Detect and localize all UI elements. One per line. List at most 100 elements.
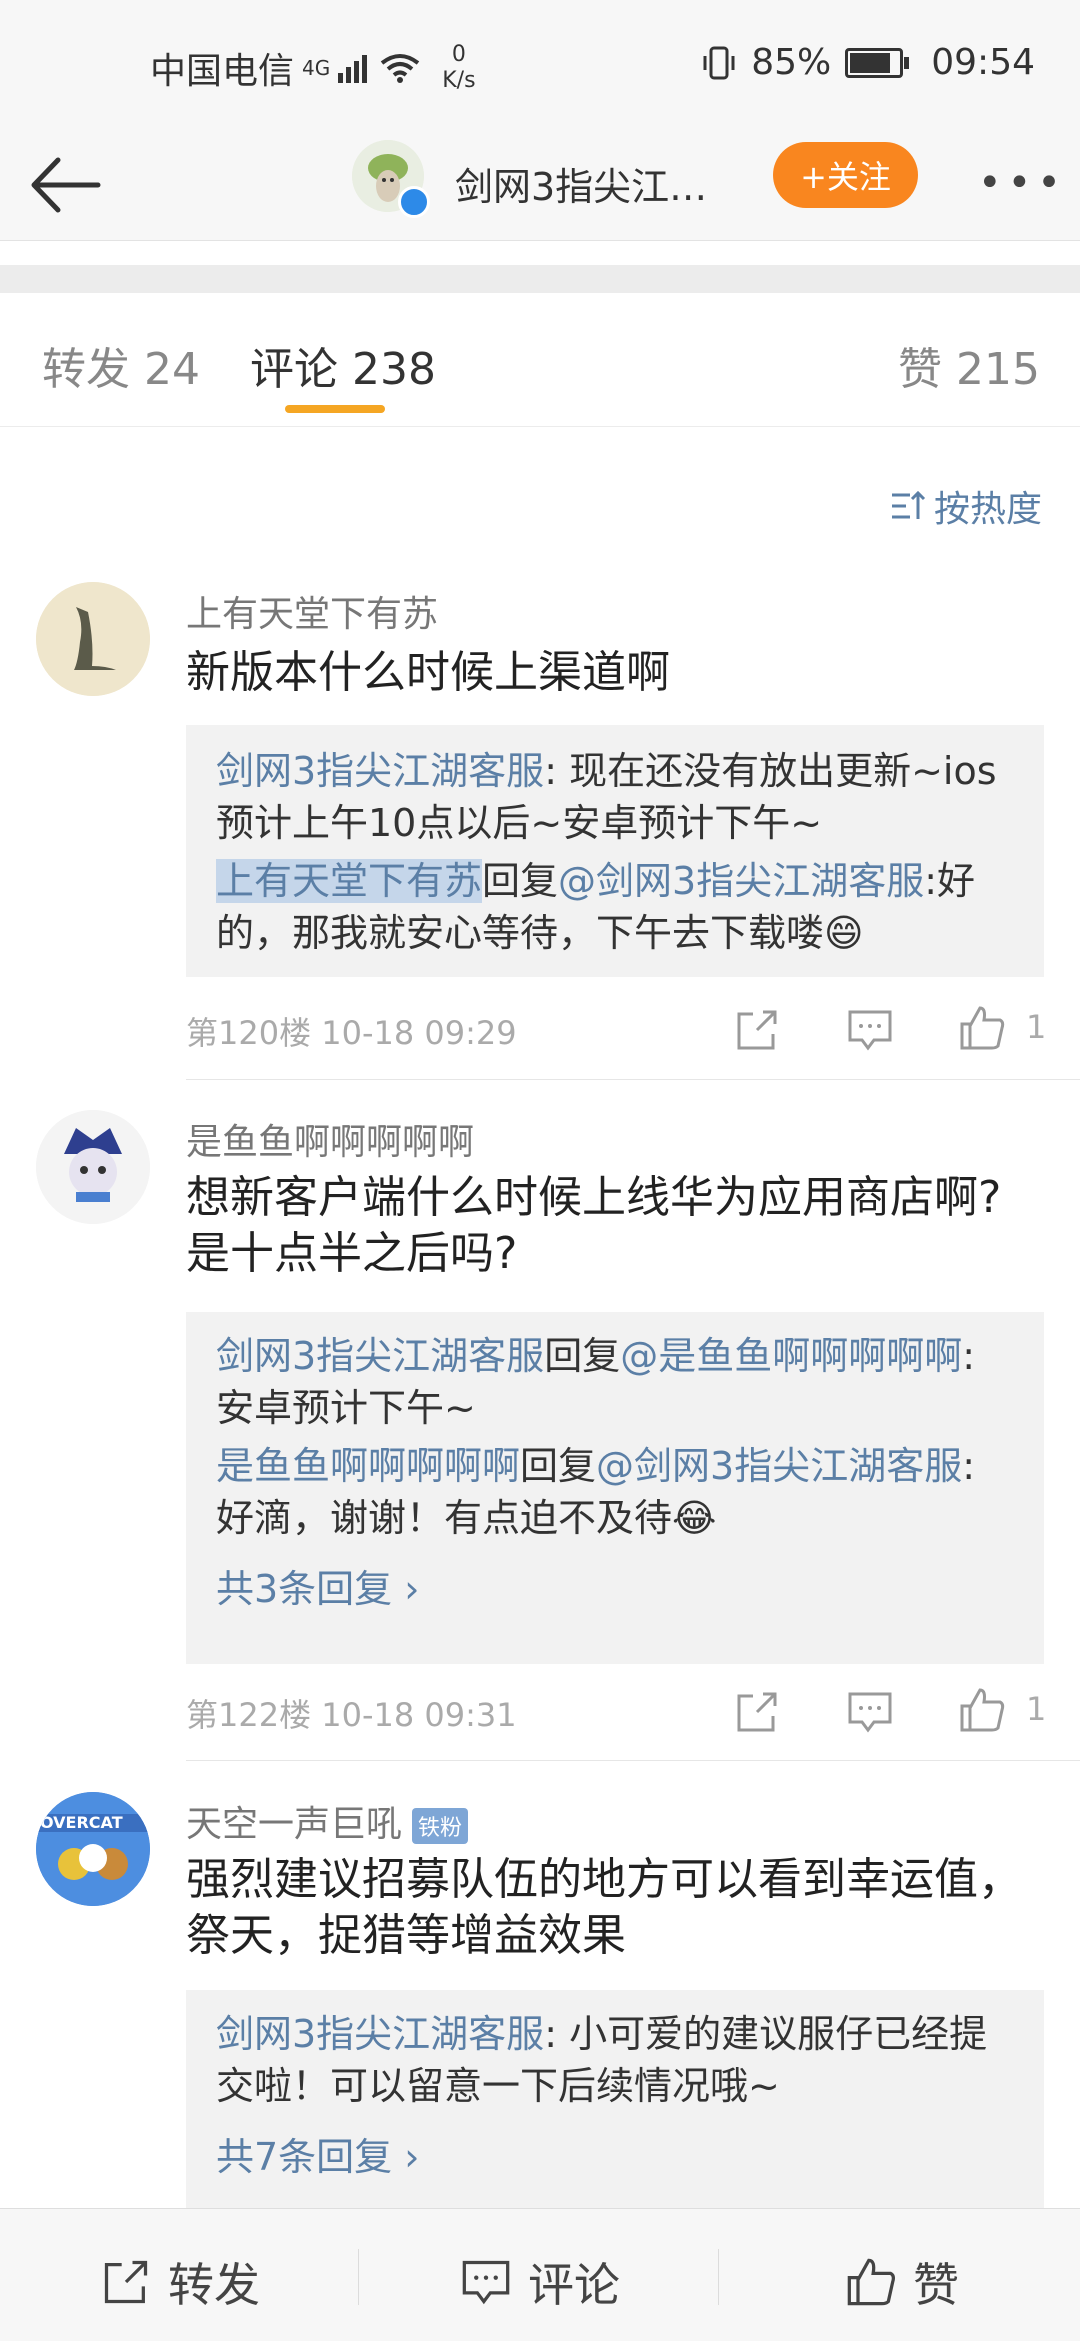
comment-icon[interactable]	[846, 1688, 894, 1736]
comment-username[interactable]: 天空一声巨吼	[186, 1804, 402, 1845]
reply-verb: 回复	[520, 1444, 597, 1488]
battery-icon	[845, 47, 910, 78]
bottom-action-bar: 转发 评论 赞	[0, 2208, 1080, 2341]
follow-button[interactable]: +关注	[773, 142, 918, 208]
repost-button[interactable]: 转发	[100, 2249, 260, 2315]
battery-percent: 85%	[751, 42, 832, 83]
active-tab-indicator	[285, 405, 385, 413]
tab-comments[interactable]: 评论 238	[250, 333, 436, 397]
reply-text: 安卓预计下午~	[216, 1386, 476, 1430]
share-icon[interactable]	[733, 1006, 781, 1054]
repost-icon	[104, 2260, 148, 2304]
tab-likes[interactable]: 赞 215	[898, 333, 1040, 397]
verified-badge-icon	[398, 186, 430, 218]
comment-bubble-icon	[462, 2260, 510, 2305]
comment-meta: 第120楼 10-18 09:29	[186, 1008, 517, 1054]
reply-separator: :	[544, 2012, 570, 2056]
reply-mention[interactable]: @是鱼鱼啊啊啊啊啊	[620, 1334, 962, 1378]
reply-text-line1: 小可爱的建议服仔已经提	[569, 2012, 988, 2056]
sort-label: 按热度	[933, 489, 1042, 530]
reply-item: 上有天堂下有苏回复@剑网3指尖江湖客服:好	[216, 855, 1016, 907]
reply-separator: :	[924, 859, 938, 903]
comment-text-line1: 强烈建议招募队伍的地方可以看到幸运值，	[186, 1854, 1022, 1905]
reply-mention[interactable]: @剑网3指尖江湖客服	[596, 1444, 962, 1488]
section-divider	[0, 265, 1080, 293]
reply-verb: 回复	[482, 859, 559, 903]
comment-label: 评论	[528, 2258, 620, 2312]
like-count: 1	[1026, 1008, 1047, 1046]
avatar-sketch-icon	[36, 582, 150, 696]
reply-author[interactable]: 是鱼鱼啊啊啊啊啊	[216, 1444, 520, 1488]
like-button[interactable]: 赞	[845, 2249, 959, 2315]
comment-text-line2: 祭天，捉猎等增益效果	[186, 1910, 626, 1961]
reply-item: 剑网3指尖江湖客服: 现在还没有放出更新~ios	[216, 745, 1016, 797]
reply-text: 好滴，谢谢！有点迫不及待😂	[216, 1496, 717, 1540]
nav-bar: 剑网3指尖江… +关注 •••	[0, 130, 1080, 241]
avatar-overcat-icon: OVERCAT	[36, 1792, 150, 1906]
net-speed-unit: K/s	[442, 68, 476, 93]
clock: 09:54	[931, 42, 1035, 83]
sort-icon	[891, 490, 926, 519]
tab-bar: 转发 24 评论 238 赞 215	[0, 293, 1080, 427]
reply-box[interactable]: 剑网3指尖江湖客服: 小可爱的建议服仔已经提 交啦！可以留意一下后续情况哦~ 共…	[186, 1990, 1044, 2208]
avatar-cartoon-icon	[36, 1110, 150, 1224]
reply-author[interactable]: 剑网3指尖江湖客服	[216, 749, 544, 793]
sort-by-hot-button[interactable]: 按热度	[890, 480, 1042, 532]
comment-time: 10-18 09:31	[321, 1696, 517, 1734]
reply-box[interactable]: 剑网3指尖江湖客服回复@是鱼鱼啊啊啊啊啊: 安卓预计下午~ 是鱼鱼啊啊啊啊啊回复…	[186, 1312, 1044, 1664]
reply-box[interactable]: 剑网3指尖江湖客服: 现在还没有放出更新~ios 预计上午10点以后~安卓预计下…	[186, 725, 1044, 977]
status-left: 中国电信 4G 0 K/s	[150, 42, 476, 94]
vibrate-icon	[703, 46, 735, 79]
reply-text-line1: 好	[937, 859, 976, 903]
reply-author[interactable]: 剑网3指尖江湖客服	[216, 1334, 544, 1378]
signal-icon	[338, 55, 368, 83]
comment-text-line1: 想新客户端什么时候上线华为应用商店啊?	[186, 1172, 1002, 1223]
reply-text-line1: 现在还没有放出更新~ios	[569, 749, 997, 793]
like-icon[interactable]	[958, 1686, 1006, 1734]
comment-username[interactable]: 上有天堂下有苏	[186, 585, 438, 637]
svg-text:OVERCAT: OVERCAT	[40, 1813, 123, 1832]
like-icon[interactable]	[958, 1004, 1006, 1052]
reply-mention[interactable]: @剑网3指尖江湖客服	[558, 859, 924, 903]
like-label: 赞	[913, 2258, 959, 2312]
battery-fill	[850, 52, 891, 73]
reply-item: 剑网3指尖江湖客服回复@是鱼鱼啊啊啊啊啊:	[216, 1330, 1016, 1382]
comment-username-row: 天空一声巨吼 铁粉	[186, 1795, 469, 1847]
comment-separator	[186, 1760, 1080, 1761]
bar-divider	[718, 2249, 719, 2305]
like-count: 1	[1026, 1690, 1047, 1728]
user-avatar[interactable]	[36, 1110, 150, 1224]
network-type: 4G	[302, 56, 331, 80]
wifi-icon	[381, 54, 420, 83]
reply-author[interactable]: 剑网3指尖江湖客服	[216, 2012, 544, 2056]
net-speed-value: 0	[451, 42, 466, 67]
bar-divider	[358, 2249, 359, 2305]
reply-item: 是鱼鱼啊啊啊啊啊回复@剑网3指尖江湖客服:	[216, 1440, 1016, 1492]
share-icon[interactable]	[733, 1688, 781, 1736]
reply-separator: :	[544, 749, 570, 793]
repost-label: 转发	[168, 2258, 260, 2312]
comment-text: 新版本什么时候上渠道啊	[186, 647, 670, 698]
floor-number: 第122楼	[186, 1696, 312, 1734]
comment-time: 10-18 09:29	[321, 1014, 517, 1052]
view-more-replies-link[interactable]: 共3条回复 ›	[216, 1558, 419, 1613]
comment-icon[interactable]	[846, 1006, 894, 1054]
view-more-replies-link[interactable]: 共7条回复 ›	[216, 2126, 419, 2181]
reply-text-line2: 交啦！可以留意一下后续情况哦~	[216, 2064, 780, 2108]
reply-verb: 回复	[544, 1334, 621, 1378]
user-avatar[interactable]	[36, 582, 150, 696]
comment-button[interactable]: 评论	[460, 2249, 620, 2315]
reply-text-line2: 的，那我就安心等待，下午去下载喽😄	[216, 911, 864, 955]
carrier-name: 中国电信	[150, 51, 295, 92]
user-avatar[interactable]: OVERCAT	[36, 1792, 150, 1906]
reply-author[interactable]: 上有天堂下有苏	[216, 859, 483, 903]
account-title[interactable]: 剑网3指尖江…	[455, 156, 725, 211]
tab-repost[interactable]: 转发 24	[42, 333, 200, 397]
comment-text-line2: 是十点半之后吗?	[186, 1228, 518, 1279]
reply-separator: :	[962, 1334, 976, 1378]
back-arrow-icon[interactable]	[28, 150, 108, 220]
comment-username[interactable]: 是鱼鱼啊啊啊啊啊	[186, 1113, 474, 1165]
reply-item: 剑网3指尖江湖客服: 小可爱的建议服仔已经提	[216, 2008, 1016, 2060]
status-right: 85% 09:54	[701, 42, 1035, 83]
more-options-icon[interactable]: •••	[978, 160, 1067, 206]
